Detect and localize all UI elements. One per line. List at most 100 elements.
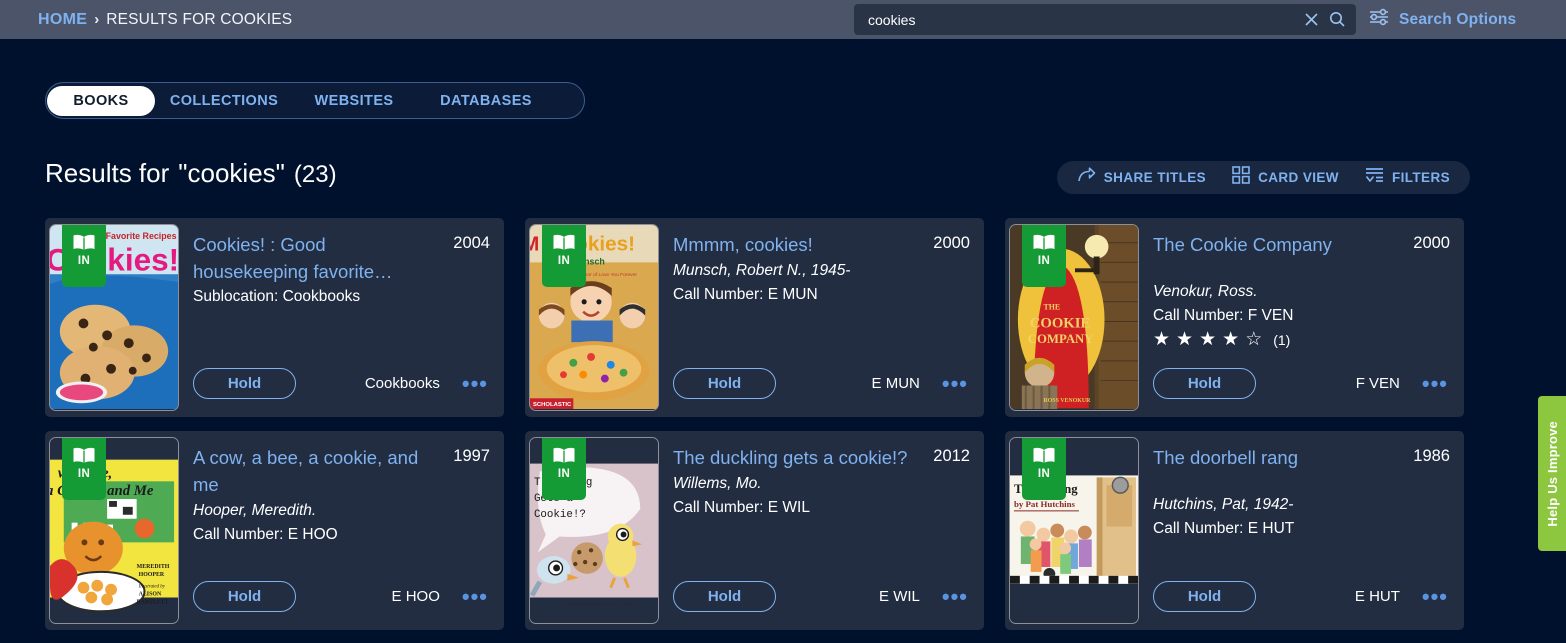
search-options-button[interactable]: Search Options [1368,0,1516,39]
card-footer: Hold E MUN ••• [673,368,968,399]
status-badge-text: IN [77,468,91,480]
svg-text:ROSS VENOKUR: ROSS VENOKUR [1043,398,1091,404]
tab-websites[interactable]: WEBSITES [292,86,416,116]
status-badge: IN [62,225,106,287]
status-badge-text: IN [1037,468,1051,480]
sliders-icon [1368,7,1390,32]
cover-slot: T bell Rang by Pat Hutchins [1005,431,1139,630]
status-badge: IN [1022,225,1066,287]
star-filled-icon: ★ [1199,329,1217,350]
book-cover[interactable]: T uckling Gets a Cookie!? [529,437,659,624]
result-card[interactable]: w, a Bee, a Cookie, and Me MEREDITH HO [45,431,504,630]
book-cover[interactable]: w, a Bee, a Cookie, and Me MEREDITH HO [49,437,179,624]
book-cover[interactable]: T bell Rang by Pat Hutchins [1009,437,1139,624]
share-titles-button[interactable]: SHARE TITLES [1077,166,1207,189]
results-label: Results for [45,158,170,188]
grid-view-icon [1232,166,1250,189]
svg-text:Cookie!?: Cookie!? [534,509,586,521]
publication-year: 1997 [453,447,490,465]
cover-slot: w, a Bee, a Cookie, and Me MEREDITH HO [45,431,179,630]
status-badge: IN [542,438,586,500]
results-toolbar: SHARE TITLES CARD VIEW FILTERS [1056,161,1470,194]
svg-text:by Pat Hutchins: by Pat Hutchins [1014,499,1076,509]
book-cover[interactable]: eping Favorite Recipes Cookies! IN [49,224,179,411]
title-row: The doorbell rang 1986 [1153,444,1450,471]
status-badge: IN [62,438,106,500]
book-icon [1033,447,1055,463]
more-options-icon[interactable]: ••• [1422,372,1448,394]
book-icon [553,447,575,463]
svg-text:COMPANY: COMPANY [1028,332,1094,346]
result-title-link[interactable]: The doorbell rang [1153,444,1403,471]
search-input[interactable] [868,11,1298,28]
more-options-icon[interactable]: ••• [942,372,968,394]
share-titles-label: SHARE TITLES [1103,170,1207,185]
hold-button[interactable]: Hold [673,368,776,399]
result-card[interactable]: eping Favorite Recipes Cookies! IN Cooki… [45,218,504,417]
hold-button[interactable]: Hold [193,368,296,399]
search-icon[interactable] [1324,7,1350,33]
results-heading: Results for "cookies" (23) [45,158,337,189]
call-number: Call Number: E HUT [1153,520,1295,537]
svg-text:Illustrated by: Illustrated by [138,585,166,590]
card-body: A cow, a bee, a cookie, and me 1997 Hoop… [177,431,504,630]
more-options-icon[interactable]: ••• [942,585,968,607]
publication-year: 1986 [1413,447,1450,465]
result-title-link[interactable]: Cookies! : Good housekeeping favorite… [193,231,443,285]
content-type-tabs: BOOKS COLLECTIONS WEBSITES DATABASES [45,82,585,119]
card-body: The doorbell rang 1986 Hutchins, Pat, 19… [1137,431,1464,630]
tab-collections[interactable]: COLLECTIONS [156,86,292,116]
more-options-icon[interactable]: ••• [462,372,488,394]
result-title-link[interactable]: Mmmm, cookies! [673,231,923,258]
result-card[interactable]: T uckling Gets a Cookie!? [525,431,984,630]
footer-call-number: F VEN [1355,375,1400,392]
svg-text:BARTLETT: BARTLETT [137,599,169,605]
book-icon [73,447,95,463]
result-card[interactable]: T bell Rang by Pat Hutchins [1005,431,1464,630]
hold-button[interactable]: Hold [193,581,296,612]
cover-slot: M Cookies! ert Munsch Author of Love You… [525,218,659,417]
more-options-icon[interactable]: ••• [462,585,488,607]
more-options-icon[interactable]: ••• [1422,585,1448,607]
status-badge-text: IN [1037,255,1051,267]
status-badge-text: IN [557,468,571,480]
author: Hutchins, Pat, 1942- [1153,496,1294,513]
filters-button[interactable]: FILTERS [1365,166,1450,189]
tab-databases[interactable]: DATABASES [416,86,556,116]
card-view-label: CARD VIEW [1258,170,1339,185]
result-card[interactable]: M Cookies! ert Munsch Author of Love You… [525,218,984,417]
hold-button[interactable]: Hold [1153,368,1256,399]
sublocation: Sublocation: Cookbooks [193,288,361,305]
footer-call-number: Cookbooks [364,375,440,392]
star-rating[interactable]: ★ ★ ★ ★ ☆ (1) [1153,330,1450,349]
top-header-bar: HOME › RESULTS FOR COOKIES Search Option… [0,0,1566,39]
result-title-link[interactable]: A cow, a bee, a cookie, and me [193,444,443,498]
hold-button[interactable]: Hold [1153,581,1256,612]
footer-call-number: E MUN [871,375,920,392]
publication-year: 2012 [933,447,970,465]
tab-books[interactable]: BOOKS [47,85,155,116]
hold-button[interactable]: Hold [673,581,776,612]
help-us-improve-label: Help Us Improve [1544,420,1560,527]
star-filled-icon: ★ [1222,329,1240,350]
close-icon[interactable] [1298,7,1324,33]
svg-text:Author of Love You Forever: Author of Love You Forever [577,272,637,278]
status-badge-text: IN [557,255,571,267]
status-badge: IN [542,225,586,287]
card-footer: Hold Cookbooks ••• [193,368,488,399]
book-cover[interactable]: M Cookies! ert Munsch Author of Love You… [529,224,659,411]
result-card[interactable]: THE COOKIE COMPANY ROSS VENOKUR IN The C… [1005,218,1464,417]
breadcrumb-home-link[interactable]: HOME [38,11,87,29]
help-us-improve-tab[interactable]: Help Us Improve [1538,396,1566,551]
star-filled-icon: ★ [1153,329,1171,350]
svg-text:MEREDITH: MEREDITH [137,564,170,570]
call-number: Call Number: E WIL [673,499,810,516]
rating-count: (1) [1273,331,1291,348]
book-cover[interactable]: THE COOKIE COMPANY ROSS VENOKUR IN [1009,224,1139,411]
call-number: Call Number: E HOO [193,526,338,543]
result-title-link[interactable]: The Cookie Company [1153,231,1403,258]
result-title-link[interactable]: The duckling gets a cookie!? [673,444,923,471]
card-view-button[interactable]: CARD VIEW [1232,166,1339,189]
svg-text:COOKIE: COOKIE [1030,315,1091,331]
svg-text:THE: THE [1043,303,1060,312]
